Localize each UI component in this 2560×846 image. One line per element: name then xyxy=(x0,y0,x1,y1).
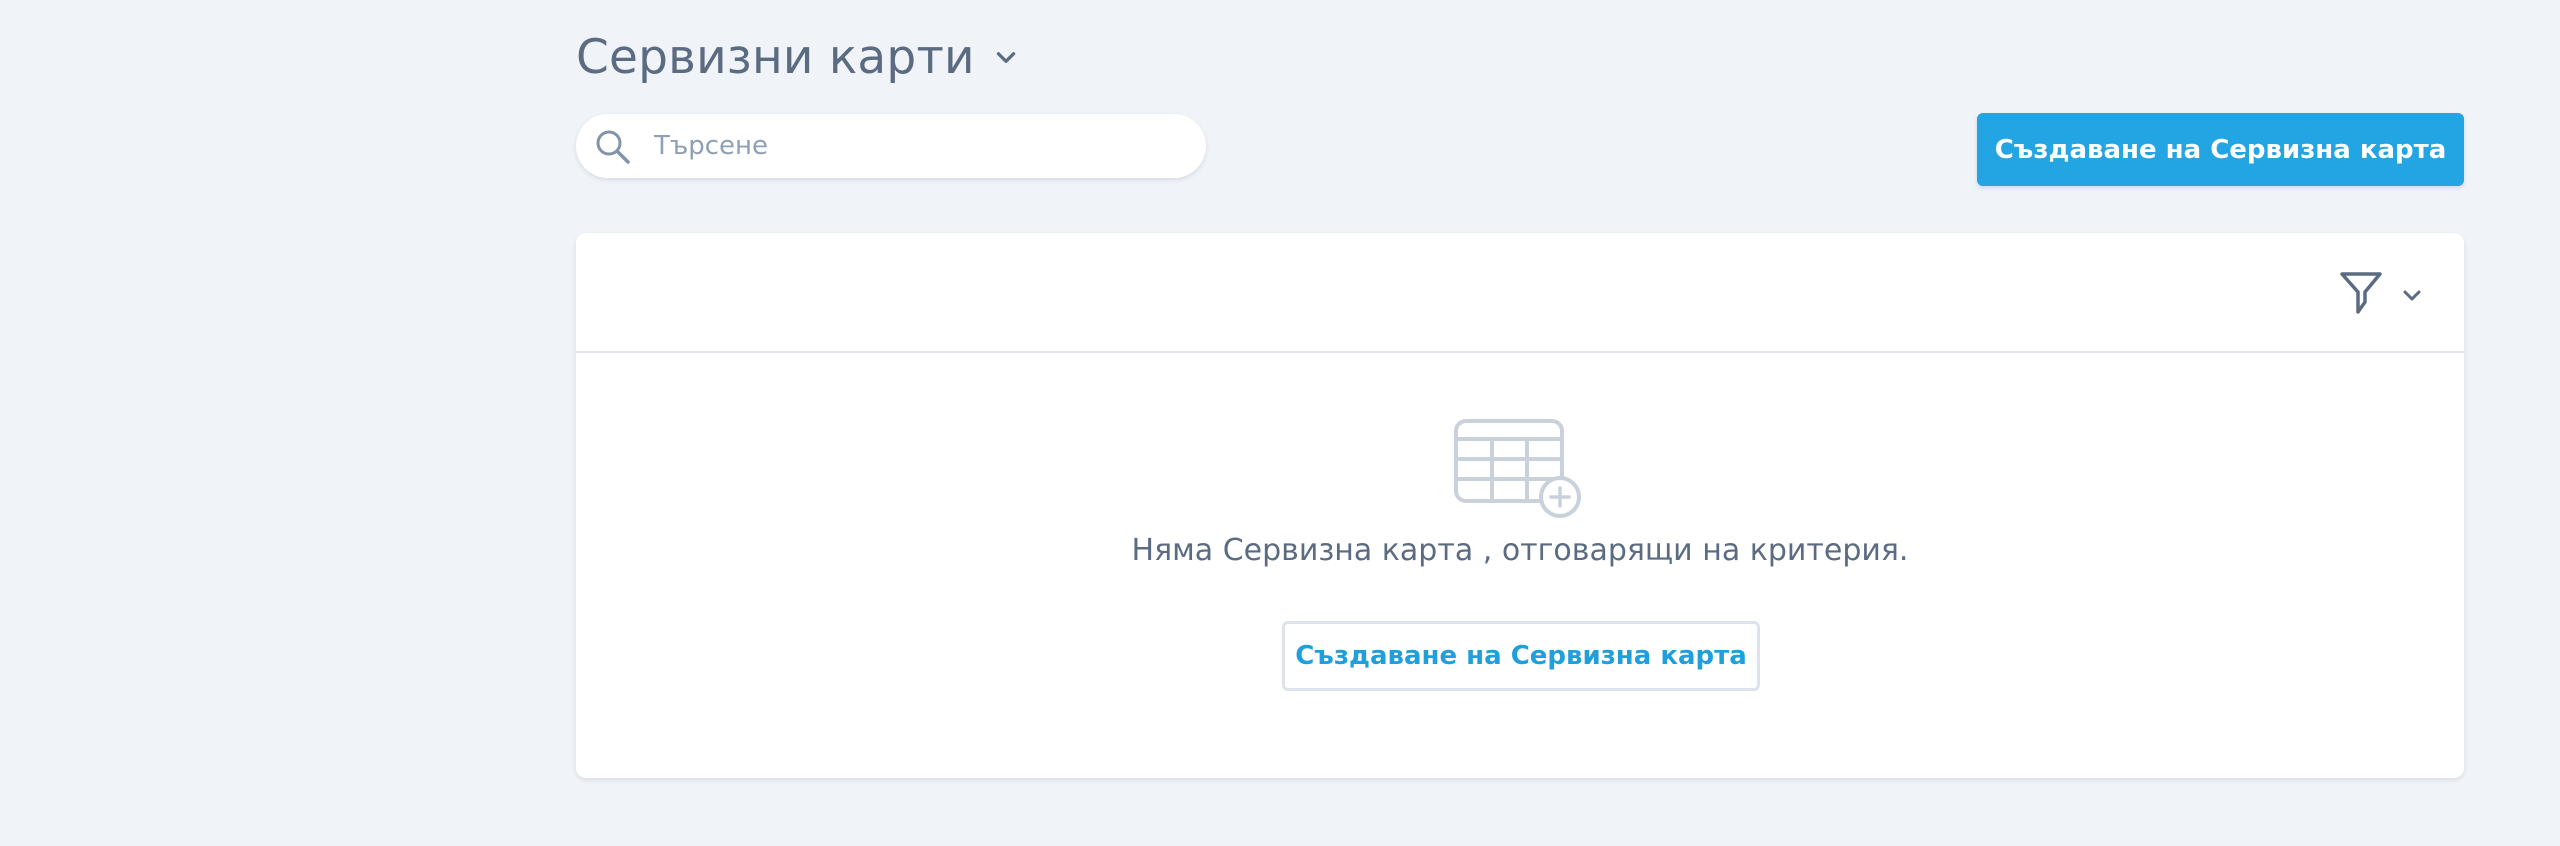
create-service-card-secondary-button[interactable]: Създаване на Сервизна карта xyxy=(1282,621,1760,691)
empty-state-message: Няма Сервизна карта , отговарящи на крит… xyxy=(1131,533,1909,568)
search-box[interactable] xyxy=(576,114,1206,178)
chevron-down-icon xyxy=(996,52,1015,63)
create-service-card-button[interactable]: Създаване на Сервизна карта xyxy=(1977,113,2464,186)
empty-state: Няма Сервизна карта , отговарящи на крит… xyxy=(576,353,2464,778)
table-add-icon xyxy=(1454,419,1581,518)
filter-icon xyxy=(2340,272,2382,314)
search-icon xyxy=(596,130,630,164)
page-title: Сервизни карти xyxy=(576,29,975,85)
chevron-down-icon xyxy=(2403,290,2421,301)
filter-button[interactable] xyxy=(2338,269,2434,319)
page-title-dropdown[interactable]: Сервизни карти xyxy=(576,24,1019,90)
panel-header xyxy=(576,233,2464,353)
service-cards-panel: Няма Сервизна карта , отговарящи на крит… xyxy=(576,233,2464,778)
search-input[interactable] xyxy=(654,114,1184,178)
page: Сервизни карти Създаване на Сервизна кар… xyxy=(0,0,2560,846)
